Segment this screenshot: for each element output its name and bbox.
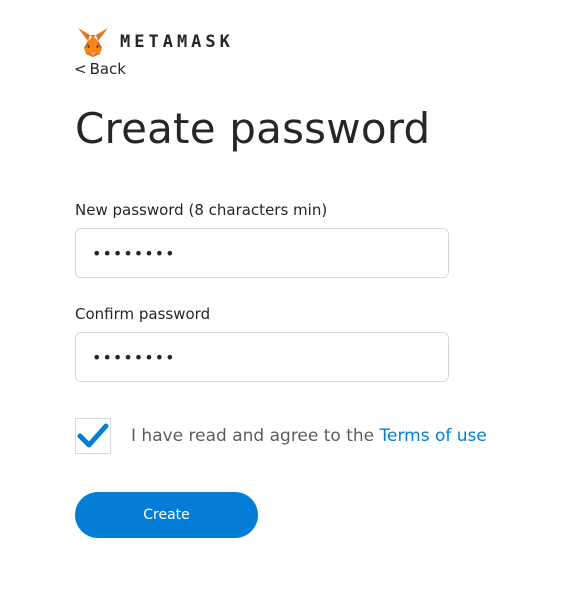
brand-wordmark: METAMASK — [120, 32, 234, 52]
create-password-page: METAMASK < Back Create password New pass… — [0, 0, 570, 607]
back-label: Back — [89, 60, 126, 78]
terms-checkbox[interactable] — [75, 418, 111, 454]
terms-text: I have read and agree to the Terms of us… — [131, 426, 487, 446]
metamask-header: METAMASK — [76, 26, 234, 58]
new-password-input[interactable] — [75, 228, 449, 278]
new-password-label: New password (8 characters min) — [75, 201, 328, 219]
terms-of-use-link[interactable]: Terms of use — [380, 426, 487, 446]
page-title: Create password — [75, 104, 431, 153]
chevron-left-icon: < — [74, 60, 87, 78]
checkmark-icon — [77, 423, 109, 448]
confirm-password-label: Confirm password — [75, 305, 211, 323]
metamask-fox-icon — [78, 28, 108, 57]
back-link[interactable]: < Back — [74, 60, 126, 78]
create-button[interactable]: Create — [75, 492, 258, 538]
terms-text-prefix: I have read and agree to the — [131, 426, 375, 446]
terms-agreement: I have read and agree to the Terms of us… — [75, 418, 487, 454]
confirm-password-input[interactable] — [75, 332, 449, 382]
